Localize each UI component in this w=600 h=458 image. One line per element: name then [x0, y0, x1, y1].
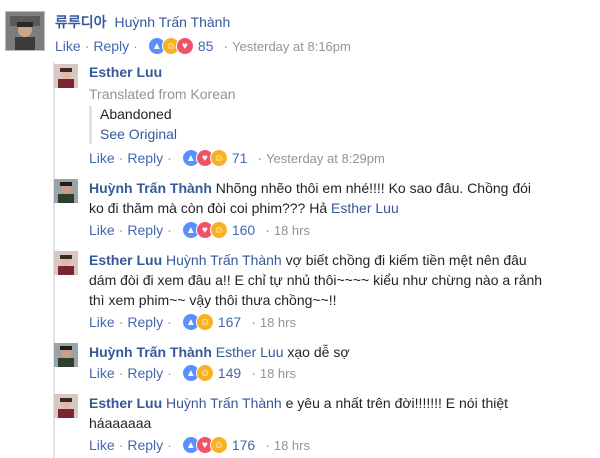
reactions[interactable]: ▲ ♥ ☺ [181, 436, 228, 454]
comment-text: xạo dễ sợ [287, 344, 350, 360]
reaction-count[interactable]: 167 [218, 314, 241, 330]
reactions[interactable]: ▲ ♥ ☺ [181, 221, 228, 239]
like-button[interactable]: Like [89, 314, 115, 330]
comment-actions: Like · Reply · ▲ ♥ ☺ 176 · 18 hrs [89, 436, 310, 454]
timestamp[interactable]: Yesterday at 8:29pm [266, 151, 385, 166]
haha-icon: ☺ [209, 221, 228, 239]
like-button[interactable]: Like [89, 437, 115, 453]
reaction-count[interactable]: 71 [232, 150, 248, 166]
comment-text: e yêu a nhất trên đời!!!!!!! E nói thiệt [285, 395, 509, 411]
translation-label: Translated from Korean [89, 86, 236, 102]
reply-button[interactable]: Reply [93, 38, 129, 54]
haha-icon: ☺ [195, 313, 214, 331]
timestamp[interactable]: 18 hrs [260, 366, 296, 381]
comment-actions: Like · Reply · ▲ ♥ ☺ 160 · 18 hrs [89, 221, 310, 239]
reaction-count[interactable]: 160 [232, 222, 255, 238]
avatar-esther[interactable] [54, 64, 78, 88]
avatar-ruludia[interactable] [5, 11, 45, 51]
comment-author[interactable]: Huỳnh Trấn Thành [89, 180, 212, 196]
reply-button[interactable]: Reply [127, 314, 163, 330]
avatar-huynh[interactable] [54, 179, 78, 203]
reply-button[interactable]: Reply [127, 150, 163, 166]
avatar-esther[interactable] [54, 251, 78, 275]
haha-icon: ☺ [209, 149, 228, 167]
tagged-user[interactable]: Huỳnh Trấn Thành [166, 252, 282, 268]
reaction-count[interactable]: 176 [232, 437, 255, 453]
reply-button[interactable]: Reply [127, 222, 163, 238]
like-button[interactable]: Like [89, 222, 115, 238]
avatar-huynh[interactable] [54, 343, 78, 367]
tagged-user[interactable]: Esther Luu [331, 200, 399, 216]
timestamp[interactable]: 18 hrs [260, 315, 296, 330]
comment-body: Huỳnh Trấn Thành Esther Luu xạo dễ sợ [89, 342, 350, 362]
haha-icon: ☺ [209, 436, 228, 454]
comment-text: thì xem phim~~ vậy thôi thưa chồng~~!! [89, 292, 337, 308]
comment-actions: Like · Reply · ▲ ♥ ☺ 71 · Yesterday at 8… [89, 149, 385, 167]
like-button[interactable]: Like [89, 365, 115, 381]
reaction-count[interactable]: 85 [198, 38, 214, 54]
reactions[interactable]: ▲ ☺ ♥ [147, 37, 194, 55]
haha-icon: ☺ [195, 364, 214, 382]
timestamp[interactable]: 18 hrs [274, 438, 310, 453]
comment-author[interactable]: Esther Luu [89, 252, 162, 268]
reactions[interactable]: ▲ ☺ [181, 313, 214, 331]
timestamp[interactable]: 18 hrs [274, 223, 310, 238]
comment-text: háaaaaaa [89, 415, 152, 431]
reaction-count[interactable]: 149 [218, 365, 241, 381]
comment-header: 류루디아 Huỳnh Trấn Thành [55, 12, 230, 32]
like-button[interactable]: Like [89, 150, 115, 166]
reply-author: Esther Luu [89, 64, 162, 80]
comment-actions: Like · Reply · ▲ ☺ 149 · 18 hrs [89, 364, 296, 382]
comment-author[interactable]: Huỳnh Trấn Thành [89, 344, 212, 360]
comment-body: Esther Luu Huỳnh Trấn Thành e yêu a nhất… [89, 393, 508, 433]
translated-text: Abandoned [100, 106, 172, 122]
see-original-link[interactable]: See Original [100, 126, 177, 142]
avatar-esther[interactable] [54, 394, 78, 418]
tagged-user[interactable]: Huỳnh Trấn Thành [115, 14, 231, 30]
comment-text: ko đi thăm mà còn đòi coi phim??? Hả [89, 200, 328, 216]
comment-body: Huỳnh Trấn Thành Nhõng nhẽo thôi em nhé!… [89, 178, 531, 218]
tagged-user[interactable]: Esther Luu [216, 344, 284, 360]
like-button[interactable]: Like [55, 38, 81, 54]
reactions[interactable]: ▲ ♥ ☺ [181, 149, 228, 167]
comment-author[interactable]: 류루디아 [55, 12, 107, 32]
comment-author[interactable]: Esther Luu [89, 64, 162, 80]
comment-actions: Like · Reply · ▲ ☺ 167 · 18 hrs [89, 313, 296, 331]
comment-author[interactable]: Esther Luu [89, 395, 162, 411]
comment-actions: Like · Reply · ▲ ☺ ♥ 85 · Yesterday at 8… [55, 37, 351, 55]
reply-button[interactable]: Reply [127, 365, 163, 381]
comment-body: Esther Luu Huỳnh Trấn Thành vợ biết chồn… [89, 250, 542, 310]
comment-text: dám đòi đi xem đâu a!! E chỉ tự nhủ thôi… [89, 272, 543, 288]
comment-text: Nhõng nhẽo thôi em nhé!!!! Ko sao đâu. C… [215, 180, 532, 196]
reply-button[interactable]: Reply [127, 437, 163, 453]
quote-bar [89, 106, 92, 144]
heart-icon: ♥ [175, 37, 194, 55]
reactions[interactable]: ▲ ☺ [181, 364, 214, 382]
timestamp[interactable]: Yesterday at 8:16pm [232, 39, 351, 54]
tagged-user[interactable]: Huỳnh Trấn Thành [166, 395, 282, 411]
comment-text: vợ biết chồng đi kiếm tiền mệt nên đâu [285, 252, 527, 268]
